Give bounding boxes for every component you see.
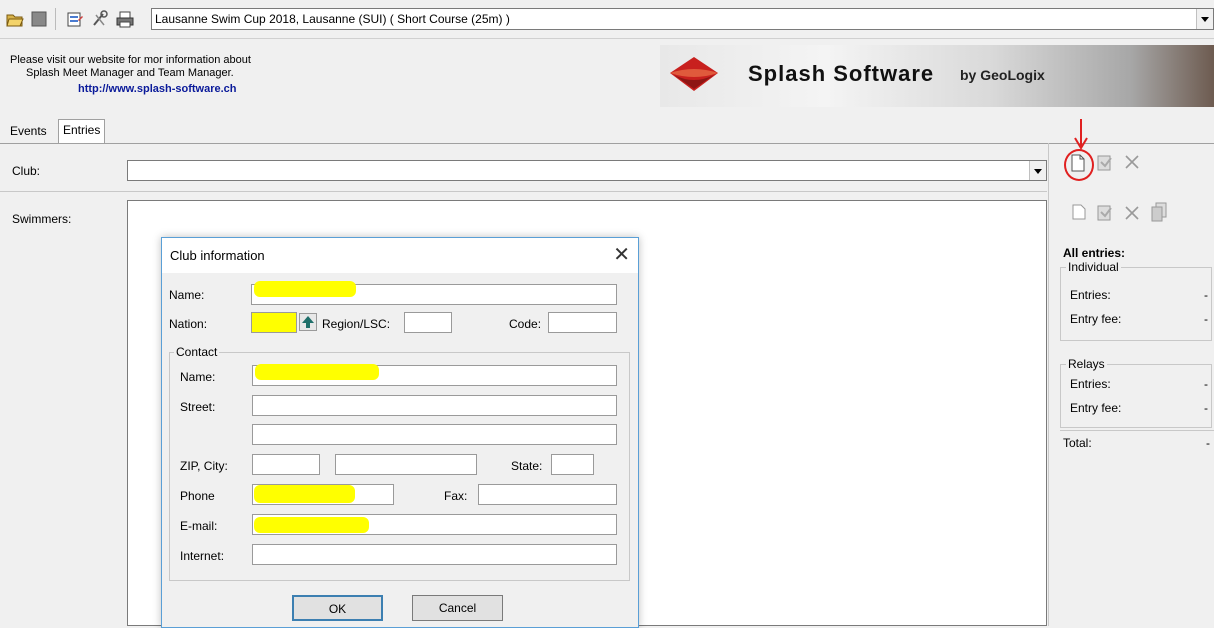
zip-city-label: ZIP, City: xyxy=(180,459,228,473)
new-club-icon[interactable] xyxy=(1070,154,1086,172)
total-divider xyxy=(1060,430,1214,431)
highlight-mark xyxy=(254,517,369,533)
dialog-titlebar[interactable]: Club information ✕ xyxy=(162,238,638,273)
club-select[interactable] xyxy=(127,160,1047,181)
properties-icon[interactable] xyxy=(66,10,84,28)
internet-input[interactable] xyxy=(252,544,617,565)
meet-selector[interactable]: Lausanne Swim Cup 2018, Lausanne (SUI) (… xyxy=(151,8,1214,30)
tools-icon[interactable] xyxy=(91,10,109,28)
relay-entry-fee-label: Entry fee: xyxy=(1070,401,1122,415)
internet-label: Internet: xyxy=(180,549,225,563)
street-input[interactable] xyxy=(252,395,617,416)
meet-selector-value: Lausanne Swim Cup 2018, Lausanne (SUI) (… xyxy=(155,12,510,26)
delete-club-icon[interactable] xyxy=(1124,154,1140,170)
all-entries-title: All entries: xyxy=(1063,246,1126,260)
street-input-2[interactable] xyxy=(252,424,617,445)
relay-entry-fee-value: - xyxy=(1204,401,1208,415)
relays-group-title: Relays xyxy=(1066,357,1107,371)
region-label: Region/LSC: xyxy=(322,317,391,331)
code-input[interactable] xyxy=(548,312,617,333)
delete-swimmer-icon[interactable] xyxy=(1124,205,1140,221)
state-label: State: xyxy=(511,459,543,473)
relay-entries-value: - xyxy=(1204,377,1208,391)
email-label: E-mail: xyxy=(180,519,218,533)
nation-label: Nation: xyxy=(169,317,208,331)
entry-fee-value: - xyxy=(1204,312,1208,326)
logo-text: Splash Software xyxy=(748,61,935,86)
club-information-dialog: Club information ✕ Name: Nation: Region/… xyxy=(161,237,639,628)
stop-icon[interactable] xyxy=(30,10,48,28)
city-input[interactable] xyxy=(335,454,477,475)
nation-lookup-button[interactable] xyxy=(299,313,317,331)
relay-entries-label: Entries: xyxy=(1070,377,1111,391)
name-label: Name: xyxy=(169,288,205,302)
tab-entries[interactable]: Entries xyxy=(58,119,106,143)
ok-button[interactable]: OK xyxy=(292,595,383,621)
zip-input[interactable] xyxy=(252,454,320,475)
banner-info-line2: Splash Meet Manager and Team Manager. xyxy=(26,67,234,79)
new-swimmer-icon[interactable] xyxy=(1072,204,1086,220)
relays-group xyxy=(1060,364,1212,428)
edit-swimmer-icon[interactable] xyxy=(1096,204,1114,222)
toolbar: Lausanne Swim Cup 2018, Lausanne (SUI) (… xyxy=(0,0,1214,38)
region-input[interactable] xyxy=(404,312,452,333)
individual-group xyxy=(1060,267,1212,341)
red-arrow-annotation xyxy=(1074,119,1088,150)
contact-group-title: Contact xyxy=(174,345,220,359)
swimmers-label: Swimmers: xyxy=(12,212,72,226)
fax-input[interactable] xyxy=(478,484,617,505)
divider xyxy=(0,191,1047,192)
chevron-down-icon[interactable] xyxy=(1196,9,1213,29)
state-input[interactable] xyxy=(551,454,594,475)
entry-fee-label: Entry fee: xyxy=(1070,312,1122,326)
code-label: Code: xyxy=(509,317,542,331)
club-label: Club: xyxy=(12,164,41,178)
panel-divider xyxy=(1048,143,1049,626)
banner-info-line1: Please visit our website for mor informa… xyxy=(10,54,251,66)
fax-label: Fax: xyxy=(444,489,468,503)
arrow-up-icon xyxy=(302,316,314,328)
copy-swimmer-icon[interactable] xyxy=(1150,202,1168,222)
cancel-button[interactable]: Cancel xyxy=(412,595,503,621)
tab-events[interactable]: Events xyxy=(6,121,51,141)
logo-by-text: by GeoLogix xyxy=(960,67,1045,83)
chevron-down-icon[interactable] xyxy=(1029,161,1046,180)
individual-group-title: Individual xyxy=(1066,260,1121,274)
dialog-title: Club information xyxy=(170,248,265,263)
edit-club-icon[interactable] xyxy=(1096,154,1114,172)
entries-value: - xyxy=(1204,288,1208,302)
info-banner: Please visit our website for mor informa… xyxy=(0,38,1214,117)
phone-label: Phone xyxy=(180,489,215,503)
splash-logo: Splash Software by GeoLogix xyxy=(660,45,1214,107)
website-link[interactable]: http://www.splash-software.ch xyxy=(78,83,237,95)
open-folder-icon[interactable] xyxy=(6,10,24,28)
close-icon[interactable]: ✕ xyxy=(613,242,630,267)
tab-bar: Events Entries xyxy=(0,117,1214,144)
entries-label: Entries: xyxy=(1070,288,1111,302)
street-label: Street: xyxy=(180,400,216,414)
nation-input[interactable] xyxy=(251,312,297,333)
highlight-mark xyxy=(254,281,356,297)
highlight-mark xyxy=(254,485,355,503)
highlight-mark xyxy=(255,364,379,380)
splash-logo-icon xyxy=(670,57,718,91)
print-icon[interactable] xyxy=(116,10,134,28)
total-label: Total: xyxy=(1063,436,1092,450)
toolbar-separator xyxy=(55,8,56,30)
total-value: - xyxy=(1206,436,1210,450)
contact-name-label: Name: xyxy=(180,370,216,384)
